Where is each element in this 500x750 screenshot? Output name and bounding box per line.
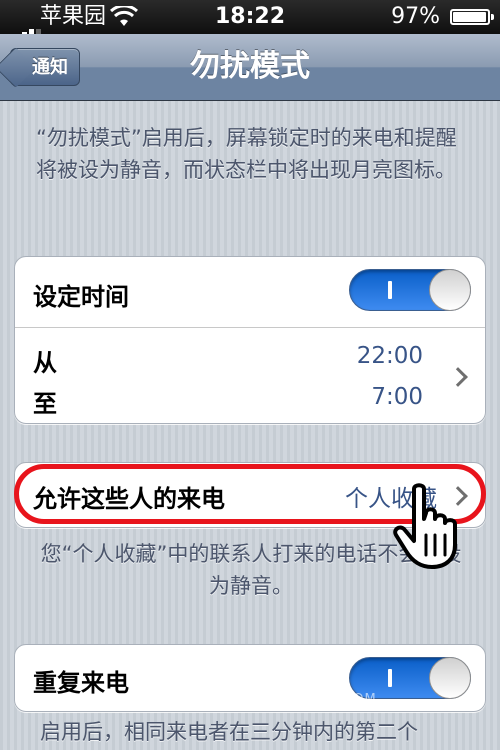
from-label: 从 xyxy=(33,349,57,377)
schedule-time-row[interactable]: 从 22:00 至 7:00 xyxy=(15,328,485,423)
to-label: 至 xyxy=(33,390,57,418)
navigation-bar: 通知 勿扰模式 xyxy=(0,34,500,101)
page-title: 勿扰模式 xyxy=(190,49,310,84)
watermark: 三联网 3LIAN.COM xyxy=(248,692,377,707)
repeated-calls-label: 重复来电 xyxy=(33,669,129,697)
repeated-calls-note: 启用后，相同来电者在三分钟内的第二个 xyxy=(40,720,418,744)
schedule-label: 设定时间 xyxy=(33,283,129,311)
toggle-knob xyxy=(429,657,471,699)
to-value: 7:00 xyxy=(371,384,423,410)
toggle-on-mark xyxy=(388,281,392,299)
status-bar: 苹果园 18:22 97% xyxy=(0,0,500,44)
toggle-knob xyxy=(429,269,471,311)
battery-icon xyxy=(450,9,494,25)
schedule-toggle[interactable] xyxy=(349,269,471,311)
from-value: 22:00 xyxy=(356,343,423,369)
intro-description: “勿扰模式”启用后，屏幕锁定时的来电和提醒将被设为静音，而状态栏中将出现月亮图标… xyxy=(36,126,457,182)
battery-percent: 97% xyxy=(391,4,440,29)
pointing-hand-icon xyxy=(393,483,457,569)
chevron-right-icon xyxy=(448,367,468,387)
schedule-group: 设定时间 从 22:00 至 7:00 xyxy=(14,256,486,424)
toggle-on-mark xyxy=(388,669,392,687)
